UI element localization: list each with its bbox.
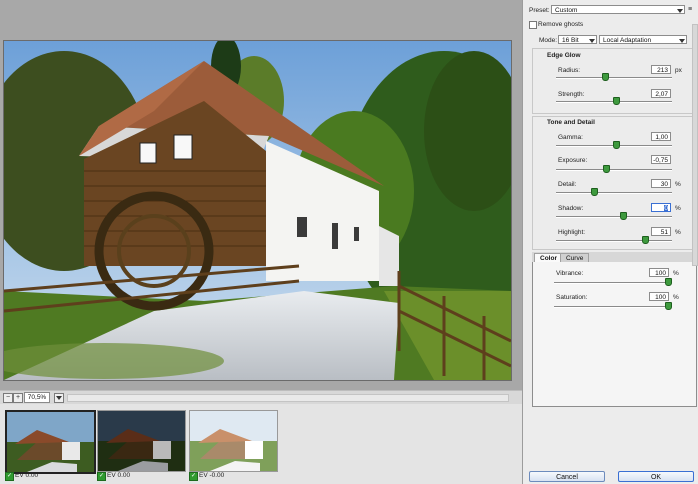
- preset-value: Custom: [555, 7, 578, 14]
- exposure-track: [556, 169, 672, 171]
- detail-label: Detail:: [558, 181, 577, 188]
- method-value: Local Adaptation: [603, 37, 652, 44]
- thumbnail-2-checkbox[interactable]: ✓: [97, 472, 106, 481]
- zoom-bar: − + 70,5%: [0, 390, 522, 404]
- saturation-unit: %: [673, 294, 679, 301]
- saturation-slider[interactable]: [664, 302, 672, 310]
- shadow-label: Shadow:: [558, 205, 584, 212]
- thumbnail-image: [190, 411, 277, 471]
- thumbnail-2-ev: EV 0.00: [107, 472, 131, 479]
- detail-value: 30: [660, 181, 668, 188]
- shadow-input[interactable]: 0: [651, 203, 671, 212]
- radius-label: Radius:: [558, 67, 581, 74]
- cancel-button[interactable]: Cancel: [529, 471, 605, 482]
- chevron-down-icon: [56, 396, 62, 400]
- remove-ghosts-checkbox[interactable]: [529, 21, 537, 29]
- remove-ghosts-label: Remove ghosts: [538, 21, 584, 28]
- gamma-label: Gamma:: [558, 134, 583, 141]
- preset-select[interactable]: Custom: [551, 5, 685, 14]
- chevron-down-icon: [679, 39, 685, 43]
- panel-scrollbar[interactable]: [692, 24, 698, 266]
- detail-unit: %: [675, 181, 681, 188]
- chevron-down-icon: [589, 39, 595, 43]
- preview-image[interactable]: [3, 40, 512, 381]
- thumbnail-3[interactable]: [189, 410, 278, 472]
- tone-detail-title: Tone and Detail: [547, 119, 595, 126]
- radius-unit: px: [675, 67, 682, 74]
- thumbnail-2[interactable]: [97, 410, 186, 472]
- strength-slider[interactable]: [613, 97, 621, 105]
- shadow-track: [556, 216, 672, 218]
- thumbnail-1[interactable]: [5, 410, 96, 474]
- exposure-input[interactable]: -0,75: [651, 155, 671, 164]
- radius-input[interactable]: 213: [651, 65, 671, 74]
- saturation-label: Saturation:: [556, 294, 588, 301]
- radius-track: [556, 77, 672, 79]
- radius-slider[interactable]: [601, 73, 609, 81]
- thumbnail-3-ev: EV -0.00: [199, 472, 225, 479]
- gamma-slider[interactable]: [613, 141, 621, 149]
- highlight-track: [556, 240, 672, 242]
- vibrance-label: Vibrance:: [556, 270, 584, 277]
- exposure-slider[interactable]: [602, 165, 610, 173]
- gamma-value: 1,00: [655, 134, 668, 141]
- saturation-input[interactable]: 100: [649, 292, 669, 301]
- preset-menu-icon[interactable]: ≡: [688, 6, 692, 13]
- highlight-slider[interactable]: [642, 236, 650, 244]
- mode-label: Mode:: [539, 37, 558, 44]
- highlight-label: Highlight:: [558, 229, 586, 236]
- chevron-down-icon: [677, 9, 683, 13]
- vibrance-value: 100: [655, 270, 666, 277]
- shadow-slider[interactable]: [620, 212, 628, 220]
- vibrance-slider[interactable]: [664, 278, 672, 286]
- zoom-in-button[interactable]: +: [13, 393, 23, 403]
- thumbnail-image: [7, 412, 94, 472]
- bit-depth-select[interactable]: 16 Bit: [558, 35, 597, 44]
- shadow-value: 0: [664, 205, 668, 212]
- thumbnail-3-checkbox[interactable]: ✓: [189, 472, 198, 481]
- horizontal-scrollbar[interactable]: [67, 394, 509, 402]
- highlight-value: 51: [660, 229, 668, 236]
- radius-value: 213: [657, 67, 668, 74]
- shadow-unit: %: [675, 205, 681, 212]
- highlight-input[interactable]: 51: [651, 227, 671, 236]
- preset-label: Preset:: [529, 7, 550, 14]
- hdr-settings-panel: Preset: Custom ≡ Remove ghosts Mode: 16 …: [522, 0, 698, 484]
- gamma-input[interactable]: 1,00: [651, 132, 671, 141]
- zoom-level-field[interactable]: 70,5%: [24, 392, 50, 403]
- zoom-out-button[interactable]: −: [3, 393, 13, 403]
- thumbnail-1-ev: EV 0.00: [15, 472, 39, 479]
- strength-input[interactable]: 2,07: [651, 89, 671, 98]
- detail-track: [556, 192, 672, 194]
- strength-value: 2,07: [655, 91, 668, 98]
- tone-detail-group: [532, 116, 696, 250]
- bit-depth-value: 16 Bit: [562, 37, 579, 44]
- exposure-label: Exposure:: [558, 157, 588, 164]
- mill-photo: [4, 41, 511, 380]
- thumbnail-1-checkbox[interactable]: ✓: [5, 472, 14, 481]
- vibrance-track: [554, 282, 670, 284]
- highlight-unit: %: [675, 229, 681, 236]
- edge-glow-title: Edge Glow: [547, 52, 581, 59]
- exposure-value: -0,75: [653, 157, 668, 164]
- method-select[interactable]: Local Adaptation: [599, 35, 687, 44]
- source-images-strip: ✓ EV 0.00 ✓ EV 0.00 ✓ EV -0.00: [0, 404, 522, 484]
- preview-area: [0, 0, 522, 390]
- vibrance-unit: %: [673, 270, 679, 277]
- thumbnail-image: [98, 411, 185, 471]
- ok-button[interactable]: OK: [618, 471, 694, 482]
- saturation-track: [554, 306, 670, 308]
- detail-slider[interactable]: [591, 188, 599, 196]
- detail-input[interactable]: 30: [651, 179, 671, 188]
- strength-label: Strength:: [558, 91, 585, 98]
- saturation-value: 100: [655, 294, 666, 301]
- zoom-dropdown-button[interactable]: [54, 393, 64, 403]
- vibrance-input[interactable]: 100: [649, 268, 669, 277]
